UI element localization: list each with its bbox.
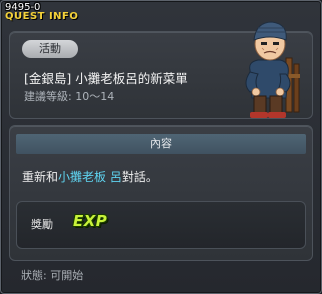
objective-prefix: 重新和	[22, 170, 59, 184]
objective-suffix: 對話。	[121, 170, 158, 184]
npc-portrait	[245, 21, 300, 118]
quest-summary-panel: 活動 [金銀島] 小攤老板呂的新菜單 建議等級: 10～14	[9, 21, 313, 119]
quest-info-window: 9495-0 QUEST INFO 活動 [金銀島] 小攤老板呂的新菜單 建議等…	[0, 0, 322, 294]
quest-category-tag: 活動	[22, 40, 78, 58]
quest-recommended-level: 建議等級: 10～14	[24, 90, 115, 103]
quest-status: 狀態: 可開始	[21, 269, 84, 282]
reward-box: 獎勵 EXP	[16, 201, 306, 249]
npc-name-link[interactable]: 小攤老板 呂	[58, 170, 122, 184]
quest-content-panel: 內容 重新和小攤老板 呂對話。 獎勵 EXP	[9, 125, 313, 261]
window-title[interactable]: QUEST INFO	[5, 11, 78, 22]
quest-objective-text: 重新和小攤老板 呂對話。	[22, 168, 158, 185]
quest-name: [金銀島] 小攤老板呂的新菜單	[24, 71, 188, 86]
content-section-header: 內容	[16, 134, 306, 154]
reward-label: 獎勵	[31, 218, 53, 231]
exp-reward-icon: EXP	[73, 212, 108, 230]
